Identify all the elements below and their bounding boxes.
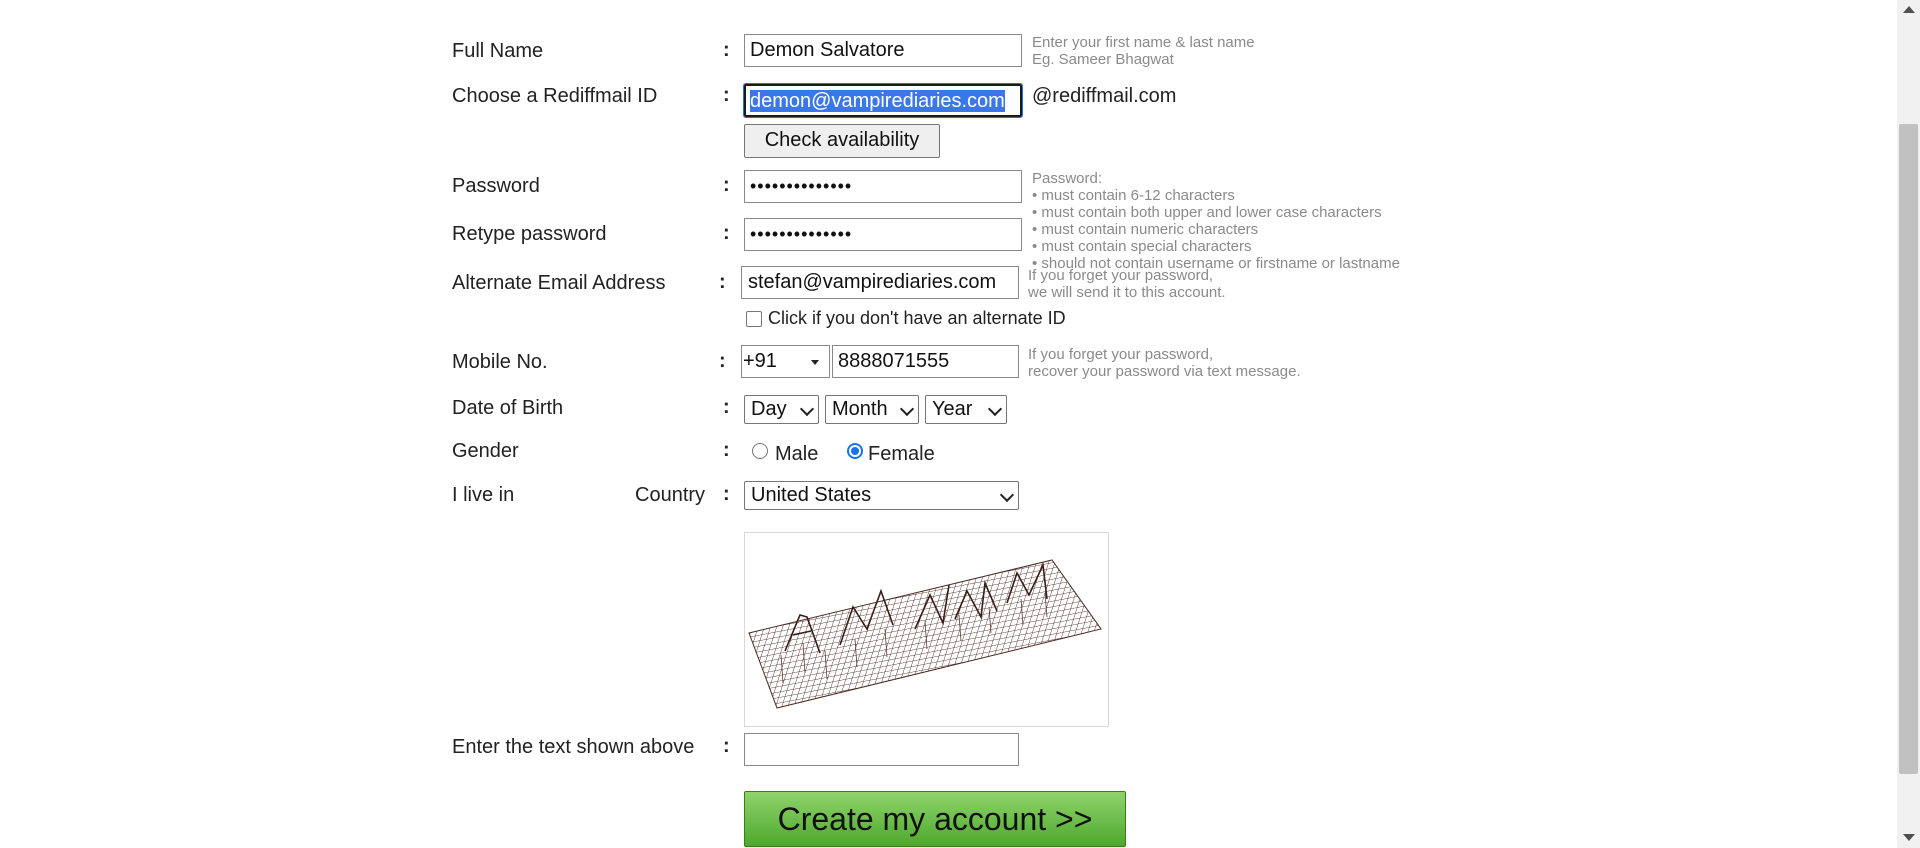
password-hint-title: Password:	[1032, 170, 1103, 187]
country-colon: :	[723, 483, 730, 505]
country-value: United States	[751, 484, 872, 506]
retype-password-input[interactable]: ••••••••••••••	[744, 218, 1022, 251]
retype-password-colon: :	[723, 222, 730, 244]
captcha-mesh-graphic	[748, 559, 1102, 709]
gender-male-label: Male	[775, 443, 819, 465]
gender-male-radio[interactable]	[752, 443, 768, 459]
full-name-hint-2: Eg. Sameer Bhagwat	[1032, 51, 1174, 68]
captcha-input[interactable]	[744, 733, 1019, 766]
alternate-email-hint-2: we will send it to this account.	[1028, 284, 1226, 301]
country-select[interactable]: United States	[744, 481, 1019, 510]
password-hint-rule: • must contain special characters	[1032, 238, 1252, 255]
dob-label: Date of Birth	[452, 397, 564, 419]
captcha-image	[744, 532, 1109, 727]
alternate-email-input[interactable]: stefan@vampirediaries.com	[741, 266, 1019, 299]
dob-day-select[interactable]: Day	[744, 395, 819, 424]
country-code-value: +91	[743, 350, 777, 372]
mobile-label: Mobile No.	[452, 351, 548, 373]
mobile-hint-2: recover your password via text message.	[1028, 363, 1301, 380]
gender-label: Gender	[452, 440, 519, 462]
country-label: Country	[635, 484, 706, 506]
full-name-hint-1: Enter your first name & last name	[1032, 34, 1255, 51]
password-colon: :	[723, 174, 730, 196]
mobile-hint-1: If you forget your password,	[1028, 346, 1214, 363]
chevron-down-icon	[899, 401, 915, 417]
rediffmail-id-colon: :	[723, 84, 730, 106]
country-code-select[interactable]: +91	[741, 345, 830, 378]
rediffmail-domain-suffix: @rediffmail.com	[1032, 85, 1177, 107]
alternate-email-label: Alternate Email Address	[452, 272, 666, 294]
create-account-button[interactable]: Create my account >>	[744, 791, 1126, 847]
gender-female-radio[interactable]	[847, 443, 863, 459]
mobile-number-input[interactable]: 8888071555	[832, 345, 1019, 378]
chevron-down-icon	[799, 401, 815, 417]
captcha-colon: :	[723, 735, 730, 757]
captcha-label: Enter the text shown above	[452, 736, 695, 758]
mobile-colon: :	[719, 350, 726, 372]
full-name-input[interactable]: Demon Salvatore	[744, 34, 1022, 67]
password-input[interactable]: ••••••••••••••	[744, 170, 1022, 203]
alternate-email-hint-1: If you forget your password,	[1028, 267, 1214, 284]
scroll-down-icon[interactable]	[1903, 834, 1915, 841]
dob-month-select[interactable]: Month	[825, 395, 919, 424]
live-in-label: I live in	[452, 484, 515, 506]
gender-colon: :	[723, 439, 730, 461]
password-label: Password	[452, 175, 540, 197]
scroll-up-icon[interactable]	[1903, 6, 1915, 13]
retype-password-label: Retype password	[452, 223, 607, 245]
full-name-label: Full Name	[452, 40, 544, 62]
gender-female-label: Female	[868, 443, 935, 465]
password-hint-rule: • must contain both upper and lower case…	[1032, 204, 1382, 221]
rediffmail-id-value: demon@vampirediaries.com	[750, 90, 1005, 112]
rediffmail-id-input[interactable]: demon@vampirediaries.com	[743, 83, 1023, 118]
dob-year-select[interactable]: Year	[925, 395, 1007, 424]
no-alternate-id-checkbox[interactable]	[746, 311, 762, 327]
dob-month-value: Month	[832, 398, 888, 420]
full-name-colon: :	[723, 39, 730, 61]
chevron-down-icon	[987, 401, 1003, 417]
password-hint-rule: • must contain numeric characters	[1032, 221, 1259, 238]
chevron-down-icon	[999, 487, 1015, 503]
no-alternate-id-label: Click if you don't have an alternate ID	[768, 308, 1066, 328]
check-availability-button[interactable]: Check availability	[744, 124, 940, 158]
dob-day-value: Day	[751, 398, 787, 420]
password-hint-rule: • must contain 6-12 characters	[1032, 187, 1235, 204]
scrollbar-thumb[interactable]	[1899, 124, 1918, 774]
dob-colon: :	[723, 396, 730, 418]
caret-down-icon	[811, 360, 819, 365]
dob-year-value: Year	[932, 398, 973, 420]
alternate-email-colon: :	[719, 271, 726, 293]
rediffmail-id-label: Choose a Rediffmail ID	[452, 85, 658, 107]
